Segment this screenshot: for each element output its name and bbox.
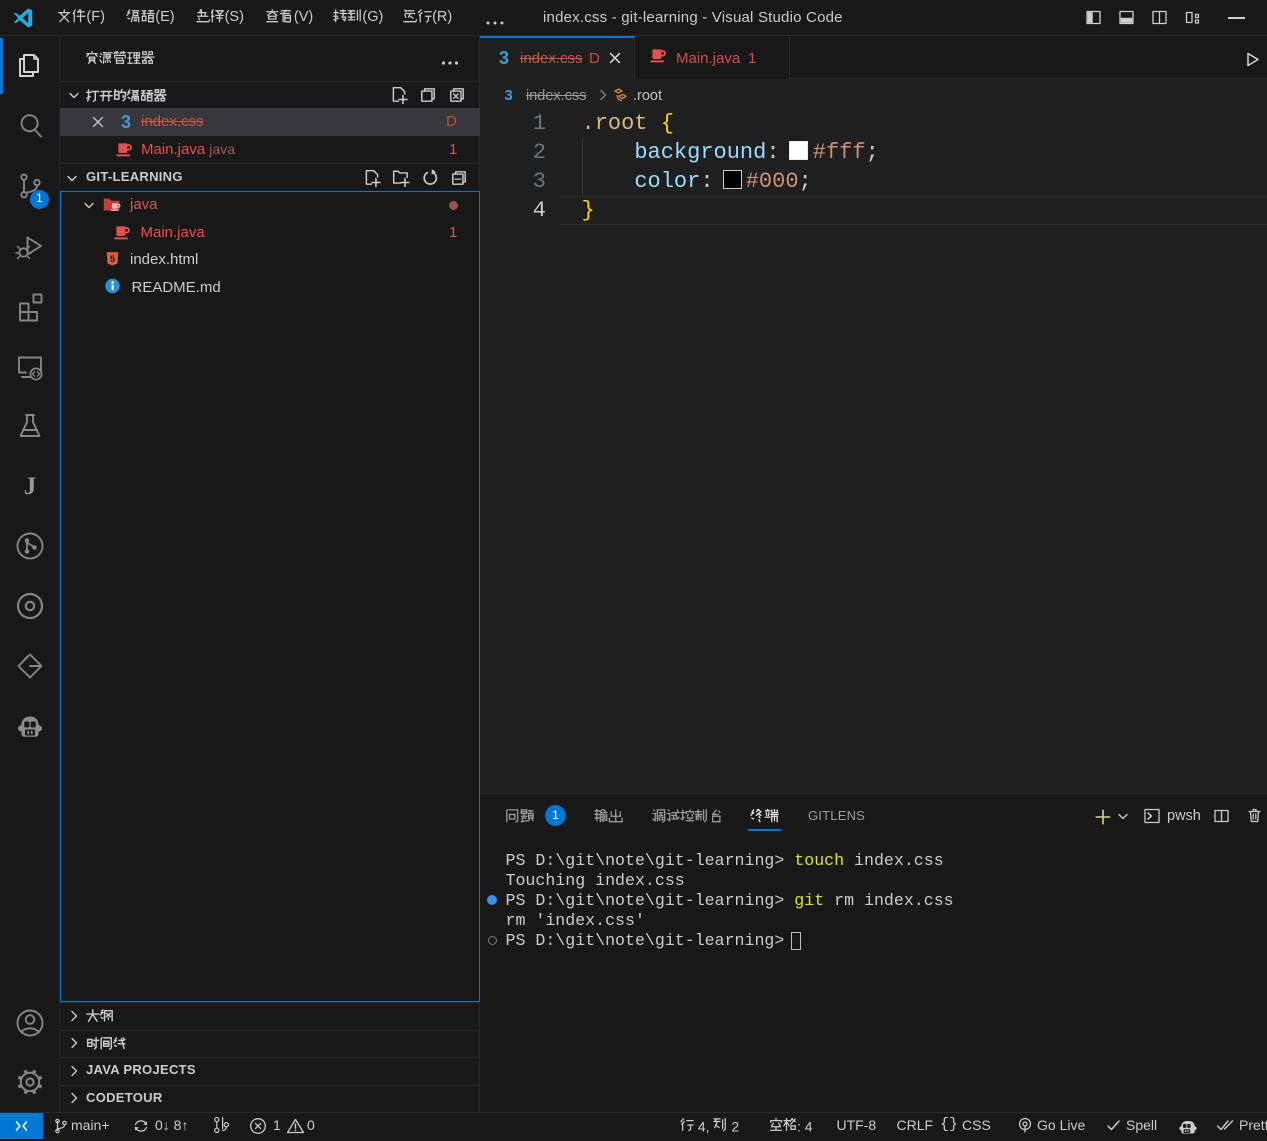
svg-text:J: J: [24, 473, 37, 500]
